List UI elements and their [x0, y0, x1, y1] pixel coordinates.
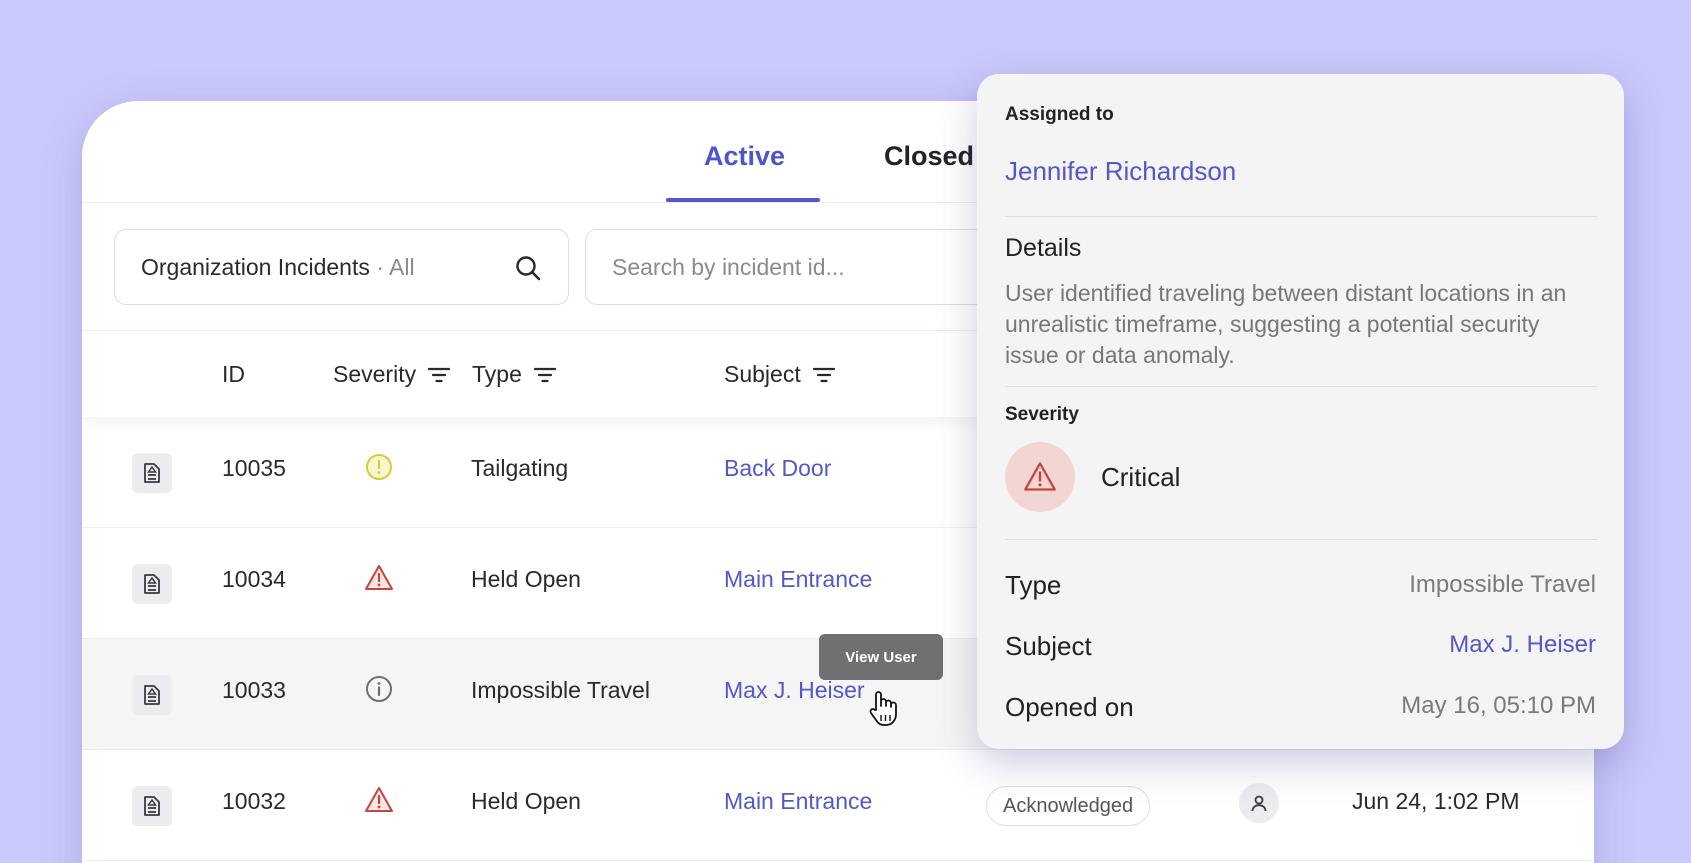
search-icon[interactable] [514, 254, 542, 282]
details-description: User identified traveling between distan… [1005, 280, 1567, 368]
incident-scope-filter[interactable]: Organization Incidents · All [114, 229, 569, 305]
incident-subject-link[interactable]: Max J. Heiser [724, 677, 865, 704]
document-icon[interactable] [132, 675, 172, 715]
user-icon[interactable] [1239, 783, 1279, 823]
incident-type: Held Open [471, 566, 581, 592]
column-id-label: ID [222, 361, 245, 387]
assigned-to-label: Assigned to [1005, 104, 1114, 125]
incident-subject-link[interactable]: Back Door [724, 455, 831, 482]
column-type-label: Type [472, 361, 522, 387]
severity-label: Severity [1005, 404, 1079, 425]
opened-on-label: Opened on [1005, 692, 1134, 722]
incident-type: Held Open [471, 788, 581, 814]
incident-id: 10035 [222, 455, 286, 481]
filter-icon[interactable] [533, 367, 556, 383]
incident-type: Impossible Travel [471, 677, 650, 703]
table-row[interactable]: 10032 Held Open Main Entrance Acknowledg… [82, 750, 1594, 861]
subject-link[interactable]: Max J. Heiser [1449, 631, 1596, 659]
alert-triangle-icon [1024, 462, 1056, 491]
column-severity[interactable]: Severity [333, 361, 451, 388]
type-label: Type [1005, 570, 1062, 600]
info-circle-icon [366, 676, 392, 702]
filter-icon[interactable] [812, 367, 835, 383]
filter-separator: · [376, 254, 384, 280]
incident-type: Tailgating [471, 455, 569, 481]
filter-label: Organization Incidents [141, 254, 370, 280]
filter-label-group: Organization Incidents · All [141, 254, 415, 281]
opened-on-value: May 16, 05:10 PM [1401, 692, 1596, 719]
divider [1005, 539, 1597, 540]
divider [1005, 216, 1597, 217]
alert-triangle-icon [365, 787, 393, 812]
critical-severity-icon [1005, 442, 1075, 512]
incident-search[interactable] [585, 229, 1025, 305]
incident-subject-link[interactable]: Main Entrance [724, 566, 872, 593]
details-title: Details [1005, 234, 1082, 262]
tab-closed[interactable]: Closed [884, 141, 974, 172]
subject-label: Subject [1005, 631, 1092, 661]
column-id[interactable]: ID [222, 361, 245, 388]
severity-value: Critical [1101, 462, 1181, 492]
document-icon[interactable] [132, 786, 172, 826]
warning-circle-icon [366, 454, 392, 480]
incident-id: 10032 [222, 788, 286, 814]
document-icon[interactable] [132, 453, 172, 493]
incident-date: Jun 24, 1:02 PM [1352, 788, 1520, 814]
type-value: Impossible Travel [1409, 571, 1596, 598]
divider [1005, 386, 1597, 387]
column-subject-label: Subject [724, 361, 801, 387]
search-input[interactable] [612, 250, 992, 284]
active-tab-indicator [666, 198, 820, 202]
tab-active[interactable]: Active [704, 141, 785, 172]
incident-details-panel: Assigned to Jennifer Richardson Details … [977, 74, 1624, 749]
status-badge: Acknowledged [986, 786, 1151, 826]
document-icon[interactable] [132, 564, 172, 604]
alert-triangle-icon [365, 565, 393, 590]
incident-subject-link[interactable]: Main Entrance [724, 788, 872, 815]
view-user-tooltip: View User [819, 634, 943, 680]
incident-id: 10033 [222, 677, 286, 703]
incident-id: 10034 [222, 566, 286, 592]
column-subject[interactable]: Subject [724, 361, 835, 388]
assignee-link[interactable]: Jennifer Richardson [1005, 156, 1236, 187]
filter-value: All [389, 254, 415, 280]
column-type[interactable]: Type [472, 361, 556, 388]
filter-icon[interactable] [428, 367, 451, 383]
column-severity-label: Severity [333, 361, 417, 387]
hand-cursor-icon [869, 691, 897, 726]
